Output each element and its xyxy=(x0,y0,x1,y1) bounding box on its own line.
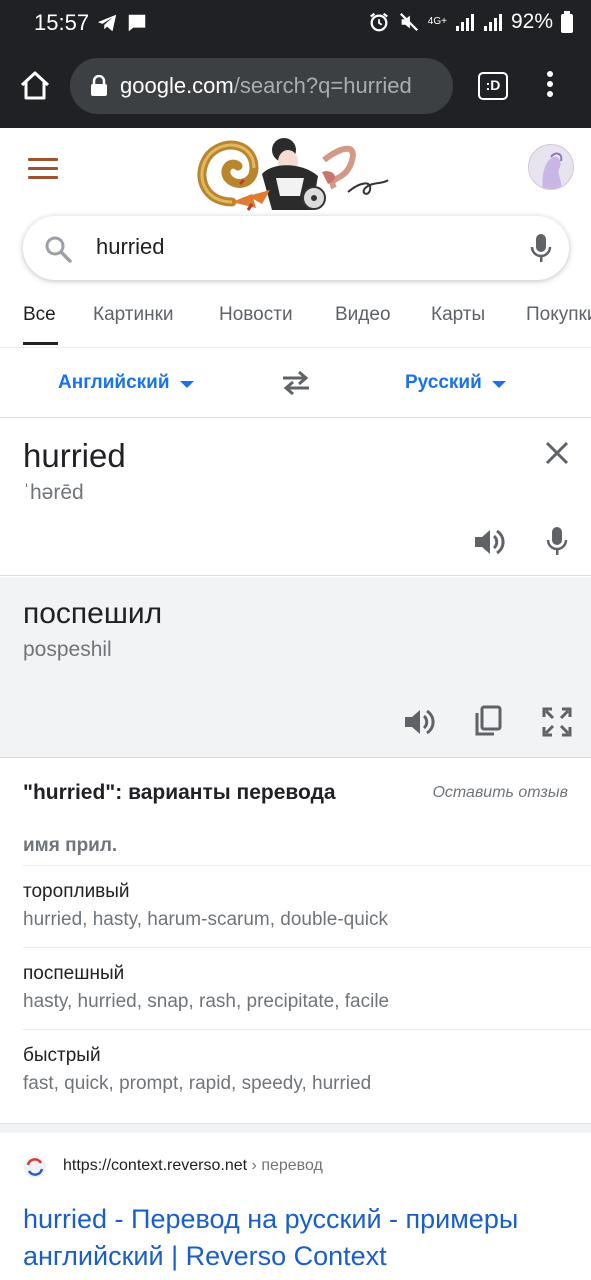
variant-word: поспешный xyxy=(23,963,125,984)
home-icon[interactable] xyxy=(18,68,52,102)
search-result: https://context.reverso.net › перевод hu… xyxy=(0,1133,591,1280)
source-text-panel: hurried ˈhərēd xyxy=(0,419,591,576)
hamburger-menu-icon[interactable] xyxy=(28,158,58,182)
target-language-select[interactable]: Русский xyxy=(405,372,506,394)
section-divider xyxy=(0,1123,591,1133)
variant-row: торопливый hurried, hasty, harum-scarum,… xyxy=(23,865,591,947)
tab-video[interactable]: Видео xyxy=(335,304,391,326)
mute-icon xyxy=(399,12,418,32)
source-language-label: Английский xyxy=(58,372,170,393)
telegram-icon xyxy=(97,14,117,32)
more-menu-icon[interactable] xyxy=(540,68,560,104)
fullscreen-icon[interactable] xyxy=(542,707,572,737)
browser-toolbar: google.com/search?q=hurried :D xyxy=(0,48,591,128)
variant-synonyms: hurried, hasty, harum-scarum, double-qui… xyxy=(23,909,389,930)
google-doodle-logo[interactable] xyxy=(192,132,400,218)
tab-all[interactable]: Все xyxy=(23,304,56,326)
tab-news[interactable]: Новости xyxy=(219,304,293,326)
mic-icon[interactable] xyxy=(529,232,553,264)
variant-row: быстрый fast, quick, prompt, rapid, spee… xyxy=(23,1029,591,1111)
source-language-select[interactable]: Английский xyxy=(58,372,194,394)
network-type: 4G+ xyxy=(427,16,447,27)
tab-switcher-button[interactable]: :D xyxy=(478,72,508,100)
avatar-image xyxy=(542,152,563,189)
variant-synonyms: fast, quick, prompt, rapid, speedy, hurr… xyxy=(23,1073,372,1094)
speaker-icon[interactable] xyxy=(403,707,435,737)
url-path: /search?q=hurried xyxy=(233,73,412,98)
variant-row: поспешный hasty, hurried, snap, rash, pr… xyxy=(23,947,591,1029)
part-of-speech: имя прил. xyxy=(23,835,118,856)
translation-panel: поспешил pospeshil xyxy=(0,577,591,758)
active-tab-indicator xyxy=(23,342,58,345)
tab-maps[interactable]: Карты xyxy=(431,304,485,326)
alarm-icon xyxy=(369,12,388,32)
speaker-icon[interactable] xyxy=(473,527,505,557)
signal-icon xyxy=(455,14,474,31)
search-icon xyxy=(45,236,72,263)
chevron-down-icon xyxy=(491,380,506,388)
variant-word: торопливый xyxy=(23,881,130,902)
target-language-label: Русский xyxy=(405,372,482,393)
translated-transliteration: pospeshil xyxy=(23,638,112,661)
chevron-down-icon xyxy=(179,380,194,388)
search-tabs: Все Картинки Новости Видео Карты Покупки xyxy=(0,298,591,348)
account-avatar[interactable] xyxy=(528,144,574,190)
copy-icon[interactable] xyxy=(473,705,503,737)
feedback-link[interactable]: Оставить отзыв xyxy=(432,784,568,802)
status-bar: 15:57 4G+ 92% xyxy=(0,0,591,48)
battery-icon xyxy=(561,11,573,33)
status-time: 15:57 xyxy=(34,10,90,35)
result-url[interactable]: https://context.reverso.net › перевод xyxy=(63,1157,323,1175)
variant-synonyms: hasty, hurried, snap, rash, precipitate,… xyxy=(23,991,390,1012)
tab-shopping[interactable]: Покупки xyxy=(526,304,591,326)
tab-images[interactable]: Картинки xyxy=(93,304,174,326)
signal-2-icon xyxy=(483,14,502,31)
reverso-favicon-icon xyxy=(24,1156,46,1178)
clear-icon[interactable] xyxy=(545,441,569,465)
mic-icon[interactable] xyxy=(545,525,569,557)
source-phonetic: ˈhərēd xyxy=(23,481,84,504)
translated-text: поспешил xyxy=(23,597,163,630)
google-header xyxy=(0,128,591,218)
address-bar[interactable]: google.com/search?q=hurried xyxy=(70,58,453,114)
swap-languages-icon[interactable] xyxy=(281,370,311,396)
variant-word: быстрый xyxy=(23,1045,101,1066)
translation-variants: "hurried": варианты перевода Оставить от… xyxy=(0,759,591,1123)
url-host: google.com xyxy=(120,73,234,98)
result-url-host: https://context.reverso.net xyxy=(63,1157,248,1174)
search-box[interactable]: hurried xyxy=(23,216,569,280)
result-breadcrumb: › перевод xyxy=(247,1157,323,1174)
url-text: google.com/search?q=hurried xyxy=(120,73,412,99)
search-input[interactable]: hurried xyxy=(96,234,164,260)
battery-percent: 92% xyxy=(510,10,553,33)
message-icon xyxy=(128,14,146,32)
language-bar: Английский Русский xyxy=(0,348,591,418)
variants-title: "hurried": варианты перевода xyxy=(23,781,336,804)
result-title-link[interactable]: hurried - Перевод на русский - примеры а… xyxy=(23,1201,583,1275)
source-text[interactable]: hurried xyxy=(23,437,126,475)
lock-icon xyxy=(91,75,107,96)
